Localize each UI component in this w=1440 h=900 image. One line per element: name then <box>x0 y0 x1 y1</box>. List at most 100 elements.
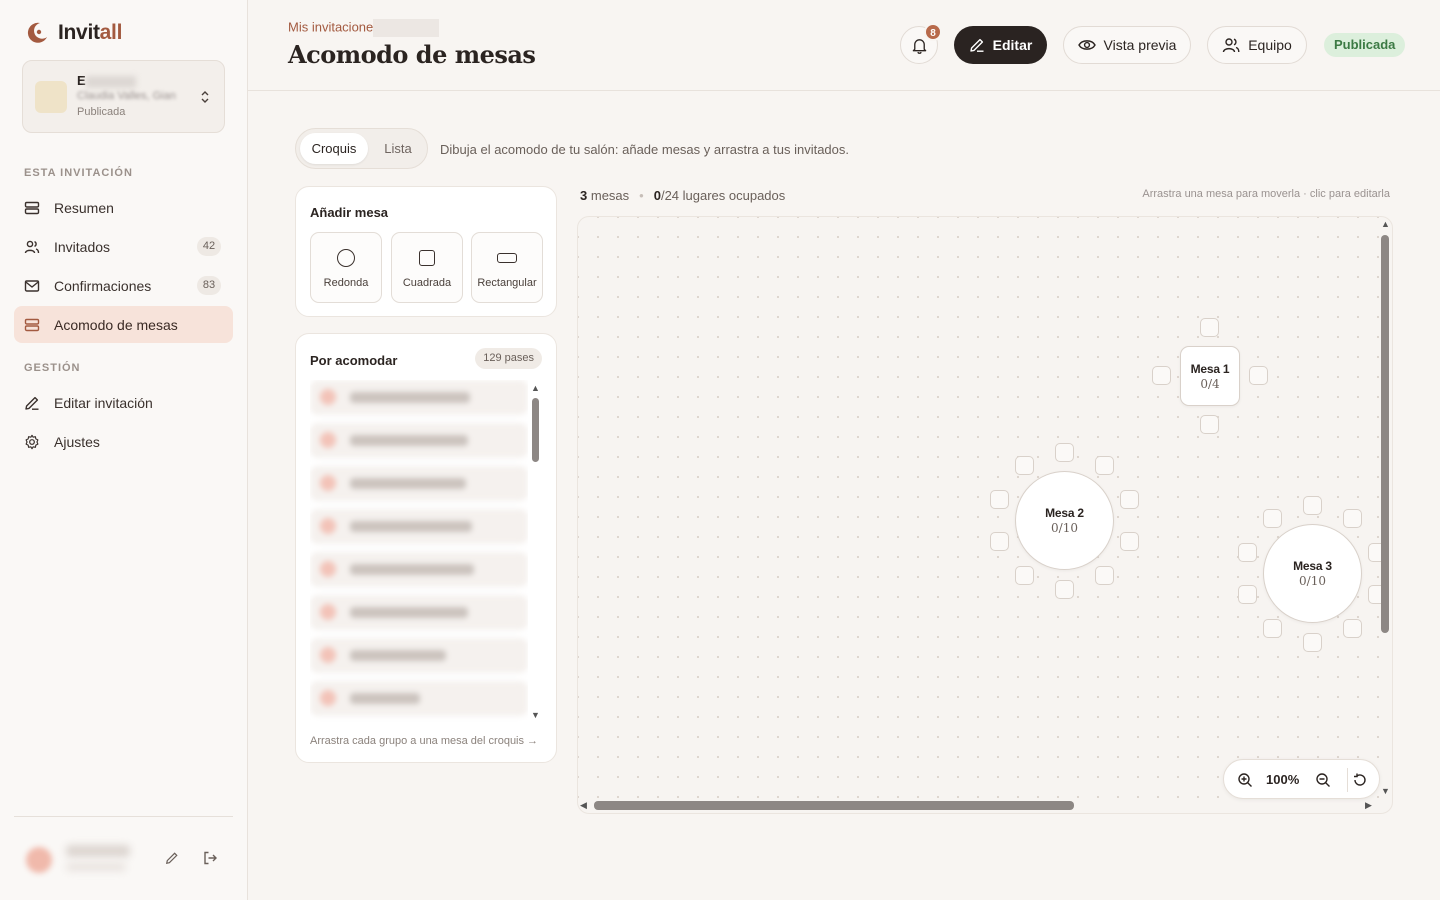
seat[interactable] <box>1303 633 1322 652</box>
scroll-up-arrow-icon[interactable]: ▲ <box>531 383 540 393</box>
list-item[interactable] <box>310 552 528 587</box>
sidebar-item-resumen[interactable]: Resumen <box>14 189 233 226</box>
sidebar-item-label: Invitados <box>54 238 111 255</box>
seat[interactable] <box>1055 443 1074 462</box>
event-thumbnail <box>35 81 67 113</box>
list-item[interactable] <box>310 380 528 415</box>
instructions-text: Dibuja el acomodo de tu salón: añade mes… <box>440 142 850 157</box>
zoom-controls: 100% <box>1223 759 1380 799</box>
scroll-right-arrow-icon[interactable]: ▶ <box>1365 800 1372 811</box>
sidebar: Invitall E Claudia Valles, Gian Publicad… <box>0 0 248 900</box>
seat[interactable] <box>1249 366 1268 385</box>
logo-icon <box>27 22 47 43</box>
seat[interactable] <box>990 532 1009 551</box>
add-rectangular-table-button[interactable]: Rectangular <box>471 232 543 303</box>
brand-name: Invitall <box>58 21 123 44</box>
table-mesa-1[interactable]: Mesa 1 0/4 <box>1180 346 1240 406</box>
list-item[interactable] <box>310 638 528 673</box>
brand[interactable]: Invitall <box>24 20 122 46</box>
sidebar-item-ajustes[interactable]: Ajustes <box>14 423 233 460</box>
seat[interactable] <box>1120 532 1139 551</box>
table-occupancy: 0/4 <box>1200 376 1220 391</box>
sidebar-item-acomodo[interactable]: Acomodo de mesas <box>14 306 233 343</box>
layers-icon <box>24 317 40 333</box>
breadcrumb[interactable]: Mis invitacione <box>288 19 440 37</box>
canvas-horizontal-scrollbar[interactable] <box>594 801 1074 810</box>
seat[interactable] <box>1200 318 1219 337</box>
preview-button[interactable]: Vista previa <box>1063 26 1191 64</box>
seat[interactable] <box>1303 496 1322 515</box>
table-type-label: Cuadrada <box>402 277 452 289</box>
table-mesa-3[interactable]: Mesa 3 0/10 <box>1263 524 1362 623</box>
seat[interactable] <box>1200 415 1219 434</box>
seating-canvas[interactable]: Mesa 1 0/4 Mesa 2 0/10 Mesa 3 0/10 <box>577 216 1393 814</box>
users-icon <box>24 239 40 255</box>
tab-lista[interactable]: Lista <box>374 133 422 164</box>
canvas-vertical-scrollbar[interactable] <box>1381 235 1389 633</box>
table-mesa-2[interactable]: Mesa 2 0/10 <box>1015 471 1114 570</box>
nav-section-management: GESTIÓN <box>24 362 81 374</box>
pencil-icon <box>24 395 40 411</box>
seat[interactable] <box>1152 366 1171 385</box>
square-icon <box>419 250 435 266</box>
rectangle-icon <box>497 253 517 263</box>
avatar <box>26 847 52 873</box>
seat[interactable] <box>1238 543 1257 562</box>
list-item[interactable] <box>310 466 528 501</box>
scroll-down-arrow-icon[interactable]: ▼ <box>1381 786 1390 796</box>
canvas-hint: Arrastra una mesa para moverla · clic pa… <box>1142 188 1390 200</box>
sidebar-item-label: Confirmaciones <box>54 277 152 294</box>
page-title: Acomodo de mesas <box>288 40 536 69</box>
sidebar-item-invitados[interactable]: Invitados 42 <box>14 228 233 265</box>
seat[interactable] <box>1015 456 1034 475</box>
sidebar-item-label: Acomodo de mesas <box>54 316 178 333</box>
edit-button[interactable]: Editar <box>954 26 1047 64</box>
seat[interactable] <box>1055 580 1074 599</box>
seat[interactable] <box>1343 509 1362 528</box>
list-item[interactable] <box>310 681 528 716</box>
seat[interactable] <box>1120 490 1139 509</box>
table-name: Mesa 3 <box>1293 559 1332 573</box>
reset-icon <box>1354 773 1366 786</box>
edit-button-label: Editar <box>992 37 1033 53</box>
tab-croquis[interactable]: Croquis <box>300 133 368 164</box>
pending-guests-panel: Por acomodar 129 pases ▲ ▼ Arrastra cada… <box>295 333 557 763</box>
sidebar-item-editar[interactable]: Editar invitación <box>14 384 233 421</box>
sidebar-item-confirmaciones[interactable]: Confirmaciones 83 <box>14 267 233 304</box>
list-item[interactable] <box>310 595 528 630</box>
scroll-down-arrow-icon[interactable]: ▼ <box>531 710 540 720</box>
user-name-redacted <box>66 845 130 857</box>
sidebar-item-label: Ajustes <box>54 433 100 450</box>
seat[interactable] <box>1095 456 1114 475</box>
team-button[interactable]: Equipo <box>1207 26 1307 64</box>
chevron-up-down-icon <box>201 91 209 103</box>
seat[interactable] <box>1263 509 1282 528</box>
seat[interactable] <box>1238 585 1257 604</box>
list-item[interactable] <box>310 423 528 458</box>
layers-icon <box>24 200 40 216</box>
pending-scrollbar-thumb[interactable] <box>532 398 539 462</box>
seat[interactable] <box>1263 619 1282 638</box>
event-status: Publicada <box>77 106 126 118</box>
pencil-icon <box>165 852 178 865</box>
seat[interactable] <box>1095 566 1114 585</box>
zoom-in-button[interactable] <box>1236 771 1254 789</box>
add-square-table-button[interactable]: Cuadrada <box>391 232 463 303</box>
reset-zoom-button[interactable] <box>1351 771 1369 789</box>
seat[interactable] <box>1343 619 1362 638</box>
seat[interactable] <box>1015 566 1034 585</box>
event-switcher[interactable]: E Claudia Valles, Gian Publicada <box>22 60 225 133</box>
list-item[interactable] <box>310 509 528 544</box>
count-badge: 42 <box>197 237 221 256</box>
panel-title: Por acomodar <box>310 353 398 368</box>
logout-button[interactable] <box>201 849 219 867</box>
scroll-left-arrow-icon[interactable]: ◀ <box>580 800 587 811</box>
scroll-up-arrow-icon[interactable]: ▲ <box>1381 219 1390 229</box>
page-header: Mis invitacione Acomodo de mesas 8 Edita… <box>248 0 1440 91</box>
seat[interactable] <box>990 490 1009 509</box>
add-round-table-button[interactable]: Redonda <box>310 232 382 303</box>
sidebar-item-label: Resumen <box>54 199 114 216</box>
zoom-out-button[interactable] <box>1314 771 1332 789</box>
user-footer <box>14 816 233 900</box>
edit-profile-button[interactable] <box>163 849 181 867</box>
